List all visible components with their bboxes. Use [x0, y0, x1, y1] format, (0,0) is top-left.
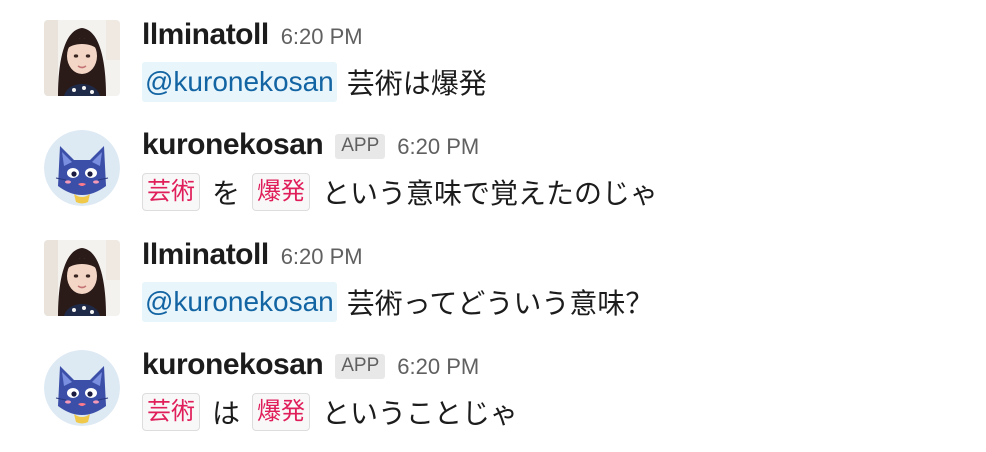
message-header: llminatoll 6:20 PM [142, 18, 363, 58]
message-text: という意味で覚えたのじゃ [322, 178, 659, 209]
timestamp[interactable]: 6:20 PM [281, 244, 363, 270]
message-text: を [212, 178, 241, 209]
cat-mascot-avatar [44, 350, 120, 426]
message-text: は [212, 398, 241, 429]
message-body: 芸術 を 爆発 という意味で覚えたのじゃ [142, 172, 658, 212]
message-header: llminatoll 6:20 PM [142, 238, 363, 278]
message: kuronekosan APP 6:20 PM 芸術 は 爆発 ということじゃ [0, 344, 986, 444]
message: llminatoll 6:20 PM @kuronekosan 芸術は爆発 [0, 14, 986, 114]
message-feed: llminatoll 6:20 PM @kuronekosan 芸術は爆発 ku… [0, 0, 986, 452]
message: llminatoll 6:20 PM @kuronekosan 芸術ってどういう… [0, 234, 986, 334]
message-body: @kuronekosan 芸術は爆発 [142, 62, 487, 102]
message-body: @kuronekosan 芸術ってどういう意味？ [142, 282, 653, 322]
message-header: kuronekosan APP 6:20 PM [142, 128, 479, 168]
inline-code: 爆発 [252, 393, 311, 431]
timestamp[interactable]: 6:20 PM [397, 354, 479, 380]
user-mention[interactable]: @kuronekosan [142, 282, 337, 322]
message-text: 芸術ってどういう意味？ [346, 288, 654, 319]
app-badge: APP [335, 134, 386, 159]
avatar[interactable] [44, 20, 120, 96]
message-header: kuronekosan APP 6:20 PM [142, 348, 479, 388]
sender-name[interactable]: kuronekosan [142, 128, 324, 162]
timestamp[interactable]: 6:20 PM [397, 134, 479, 160]
avatar[interactable] [44, 130, 120, 206]
message-text: ということじゃ [322, 398, 519, 429]
sender-name[interactable]: llminatoll [142, 238, 269, 272]
avatar[interactable] [44, 350, 120, 426]
message-text: 芸術は爆発 [346, 68, 487, 99]
app-badge: APP [335, 354, 386, 379]
inline-code: 芸術 [142, 393, 200, 431]
avatar[interactable] [44, 240, 120, 316]
user-photo-avatar [44, 20, 120, 96]
user-photo-avatar [44, 240, 120, 316]
message-body: 芸術 は 爆発 ということじゃ [142, 392, 518, 432]
sender-name[interactable]: kuronekosan [142, 348, 324, 382]
message: kuronekosan APP 6:20 PM 芸術 を 爆発 という意味で覚え… [0, 124, 986, 224]
timestamp[interactable]: 6:20 PM [281, 24, 363, 50]
user-mention[interactable]: @kuronekosan [142, 62, 337, 102]
sender-name[interactable]: llminatoll [142, 18, 269, 52]
inline-code: 芸術 [142, 173, 200, 211]
inline-code: 爆発 [252, 173, 311, 211]
cat-mascot-avatar [44, 130, 120, 206]
